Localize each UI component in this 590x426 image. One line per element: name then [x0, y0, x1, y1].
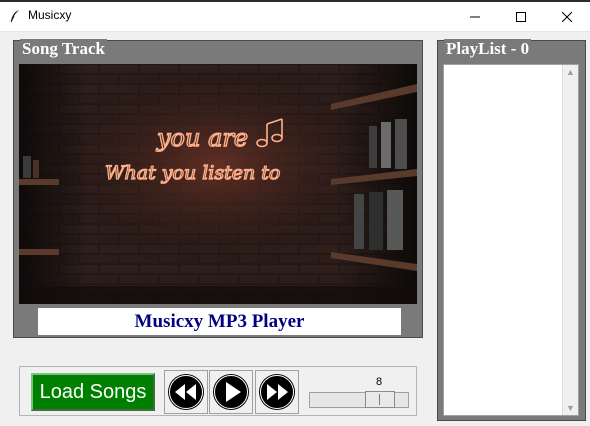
playlist-frame: PlayList - 0 ▲ ▼	[437, 39, 586, 421]
minimize-icon	[470, 16, 480, 17]
playlist-title: PlayList - 0	[444, 39, 532, 59]
neon-line-1: you are	[156, 124, 248, 152]
neon-line-2: What you listen to	[105, 162, 280, 184]
scroll-up-icon[interactable]: ▲	[566, 67, 575, 77]
volume-thumb[interactable]	[365, 391, 395, 408]
maximize-icon	[516, 11, 526, 22]
title-bar: Musicxy	[0, 0, 590, 32]
play-button[interactable]	[209, 370, 253, 414]
rewind-button[interactable]	[164, 370, 208, 414]
controls-panel: Load Songs 8	[19, 366, 417, 416]
scroll-down-icon[interactable]: ▼	[566, 403, 575, 413]
maximize-button[interactable]	[498, 2, 544, 31]
rewind-icon	[168, 374, 204, 410]
playlist-listbox[interactable]: ▲ ▼	[443, 64, 579, 416]
fast-forward-button[interactable]	[255, 370, 299, 414]
playlist-scrollbar[interactable]: ▲ ▼	[562, 65, 578, 415]
close-icon	[562, 11, 572, 22]
volume-value: 8	[376, 376, 383, 388]
volume-slider[interactable]: 8	[309, 373, 409, 411]
close-button[interactable]	[544, 2, 590, 31]
feather-icon	[8, 9, 22, 23]
song-track-title: Song Track	[20, 39, 107, 59]
album-artwork: you are What you listen to	[19, 64, 417, 304]
player-caption: Musicxy MP3 Player	[134, 310, 305, 332]
window-title: Musicxy	[28, 8, 72, 22]
song-track-frame: Song Track you are What you listen to Mu…	[13, 39, 423, 338]
load-songs-button[interactable]: Load Songs	[31, 373, 155, 411]
play-icon	[213, 374, 249, 410]
minimize-button[interactable]	[452, 2, 498, 31]
caption-bar: Musicxy MP3 Player	[38, 308, 401, 335]
fast-forward-icon	[259, 374, 295, 410]
